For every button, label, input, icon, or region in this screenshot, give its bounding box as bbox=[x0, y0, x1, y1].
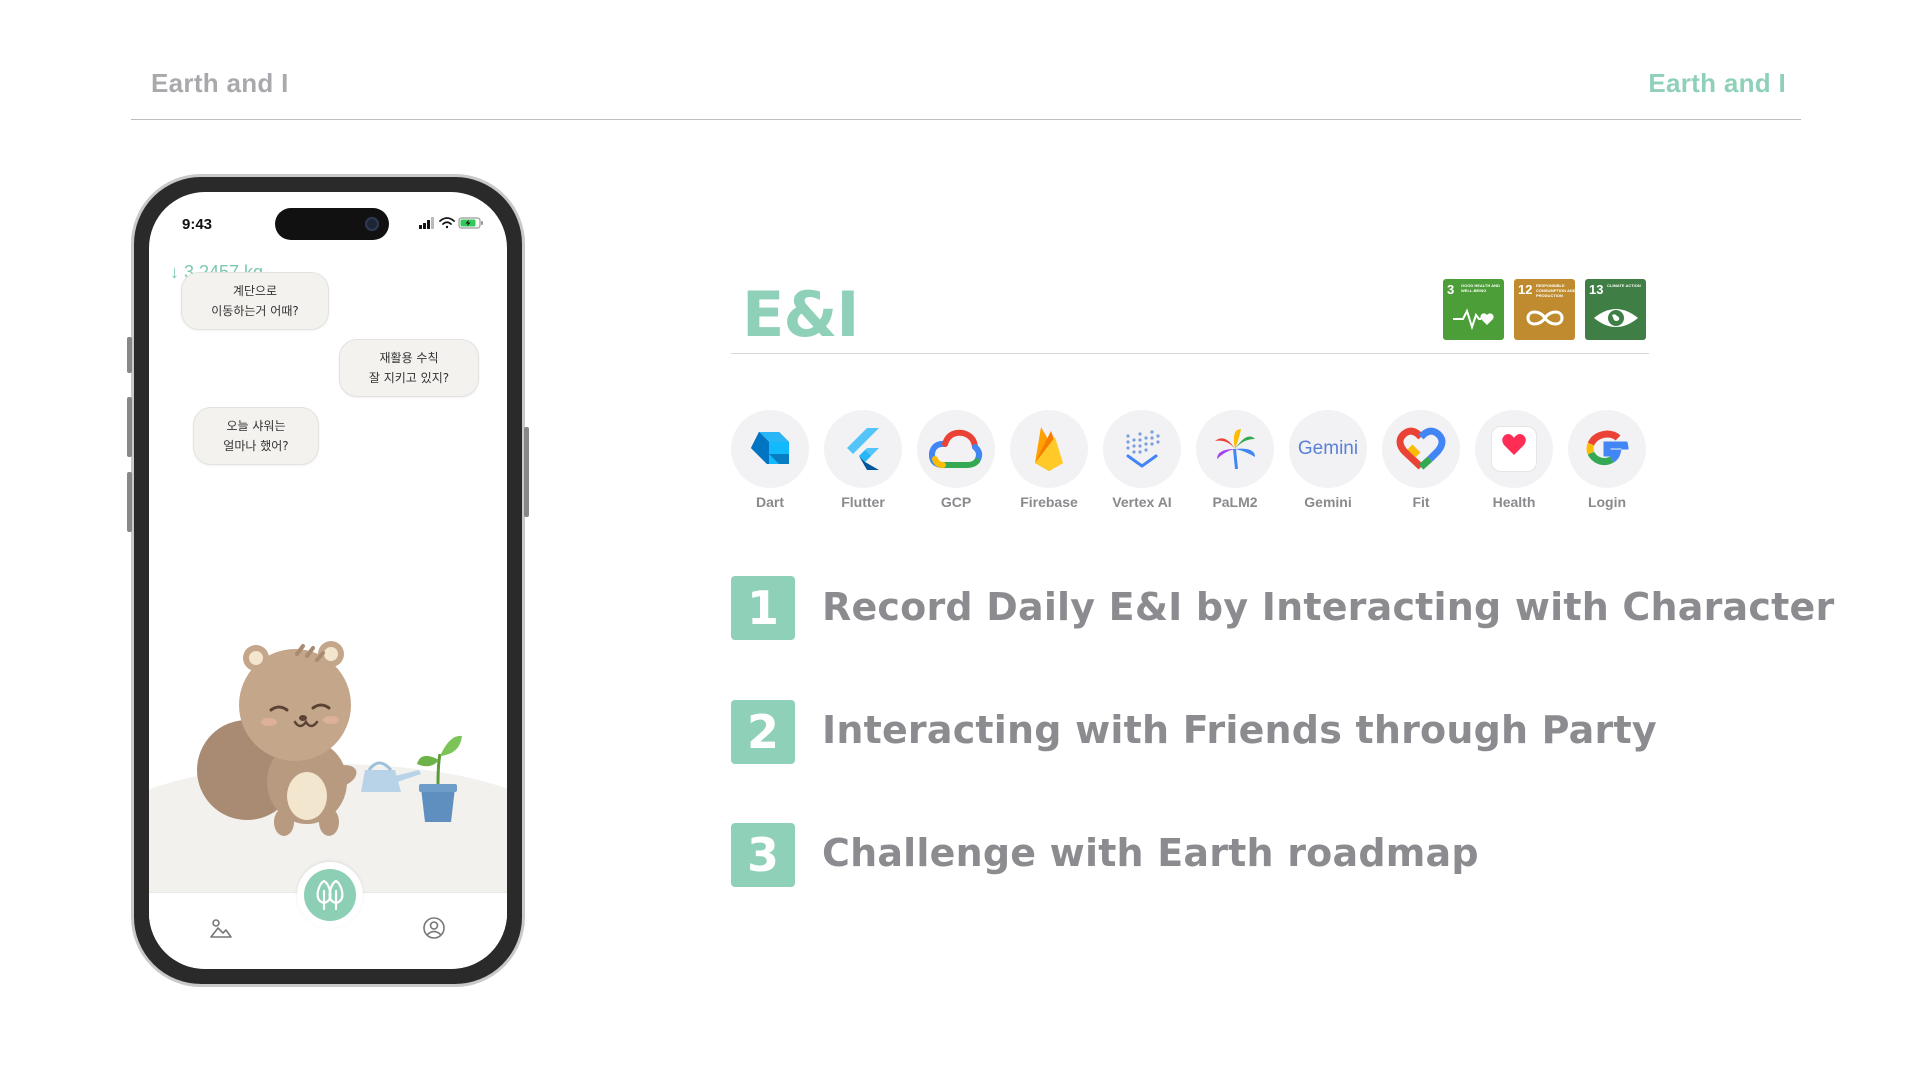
tech-label: PaLM2 bbox=[1212, 494, 1258, 510]
sdg-number: 3 bbox=[1447, 282, 1455, 297]
tech-item-palm2: PaLM2 bbox=[1195, 410, 1275, 510]
signal-icon bbox=[419, 217, 434, 229]
gemini-icon: Gemini bbox=[1289, 410, 1367, 488]
palm2-icon bbox=[1196, 410, 1274, 488]
feature-text: Record Daily E&I by Interacting with Cha… bbox=[822, 585, 1835, 629]
sdg-number: 13 bbox=[1589, 282, 1604, 297]
tech-label: Login bbox=[1587, 494, 1627, 510]
chat-bubble-line: 오늘 샤워는 bbox=[226, 419, 286, 433]
feature-text: Challenge with Earth roadmap bbox=[822, 831, 1479, 875]
dart-icon bbox=[731, 410, 809, 488]
tech-label: Gemini bbox=[1304, 494, 1352, 510]
gcp-icon bbox=[917, 410, 995, 488]
feature-text: Interacting with Friends through Party bbox=[822, 708, 1657, 752]
infinity-icon bbox=[1526, 310, 1564, 326]
feature-number: 1 bbox=[731, 576, 795, 640]
phone-power-button bbox=[524, 427, 529, 517]
tech-item-login: Login bbox=[1567, 410, 1647, 510]
phone-mockup: 9:43 ↓ 3.2457 kg bbox=[127, 174, 529, 987]
earth-eye-icon bbox=[1594, 309, 1638, 327]
chat-bubble-line: 계단으로 bbox=[232, 284, 278, 298]
gemini-wordmark: Gemini bbox=[1297, 438, 1359, 459]
camera-icon bbox=[365, 217, 379, 231]
chat-bubble[interactable]: 오늘 샤워는 얼마나 했어? bbox=[193, 407, 319, 465]
tech-label: Dart bbox=[755, 494, 784, 510]
tech-item-gcp: GCP bbox=[916, 410, 996, 510]
tech-item-flutter: Flutter bbox=[823, 410, 903, 510]
tech-item-gemini: Gemini Gemini bbox=[1288, 410, 1368, 510]
phone-volume-up-button bbox=[127, 397, 132, 457]
apple-health-icon bbox=[1475, 410, 1553, 488]
chat-bubble-line: 이동하는거 어때? bbox=[211, 304, 299, 318]
phone-volume-down-button bbox=[127, 472, 132, 532]
header-divider bbox=[131, 119, 1801, 120]
tech-item-health: Health bbox=[1474, 410, 1554, 510]
chat-bubble[interactable]: 계단으로 이동하는거 어때? bbox=[181, 272, 329, 330]
tech-label: Fit bbox=[1412, 494, 1430, 510]
tech-item-fit: Fit bbox=[1381, 410, 1461, 510]
profile-icon[interactable] bbox=[422, 916, 446, 940]
tech-label: Vertex AI bbox=[1112, 494, 1172, 510]
tree-icon bbox=[316, 879, 344, 911]
firebase-icon bbox=[1010, 410, 1088, 488]
status-time: 9:43 bbox=[182, 216, 213, 233]
chat-bubble[interactable]: 재활용 수칙 잘 지키고 있지? bbox=[339, 339, 479, 397]
sdg-badge-13: 13 Climate action bbox=[1585, 279, 1646, 340]
tech-label: Health bbox=[1492, 494, 1536, 510]
phone-mute-button bbox=[127, 337, 132, 373]
header-right-title: Earth and I bbox=[1648, 68, 1786, 98]
sdg-badge-3: 3 Good health and well-being bbox=[1443, 279, 1504, 340]
phone-screen: 9:43 ↓ 3.2457 kg bbox=[149, 192, 507, 969]
squirrel-character[interactable] bbox=[189, 610, 469, 850]
chat-bubble-line: 얼마나 했어? bbox=[223, 439, 289, 453]
vertex-ai-icon bbox=[1103, 410, 1181, 488]
status-icons bbox=[419, 217, 483, 229]
wifi-icon bbox=[439, 217, 455, 229]
tech-label: GCP bbox=[940, 494, 972, 510]
heartbeat-icon bbox=[1453, 308, 1494, 331]
tech-item-dart: Dart bbox=[730, 410, 810, 510]
google-fit-icon bbox=[1382, 410, 1460, 488]
tech-item-firebase: Firebase bbox=[1009, 410, 1089, 510]
tech-label: Firebase bbox=[1020, 494, 1078, 510]
sdg-caption: Responsible consumption and production bbox=[1536, 283, 1576, 298]
header-left-title: Earth and I bbox=[151, 68, 289, 98]
sdg-number: 12 bbox=[1518, 282, 1533, 297]
google-login-icon bbox=[1568, 410, 1646, 488]
chat-bubble-line: 잘 지키고 있지? bbox=[368, 371, 450, 385]
battery-icon bbox=[458, 217, 483, 229]
feature-number: 3 bbox=[731, 823, 795, 887]
dynamic-island bbox=[275, 208, 389, 240]
home-tab-button[interactable] bbox=[304, 869, 356, 921]
tech-label: Flutter bbox=[841, 494, 885, 510]
sdg-caption: Climate action bbox=[1607, 283, 1641, 288]
feature-number: 2 bbox=[731, 700, 795, 764]
sdg-caption: Good health and well-being bbox=[1461, 283, 1500, 293]
gallery-icon[interactable] bbox=[209, 916, 233, 940]
flutter-icon bbox=[824, 410, 902, 488]
tech-item-vertex-ai: Vertex AI bbox=[1102, 410, 1182, 510]
sdg-badge-12: 12 Responsible consumption and productio… bbox=[1514, 279, 1576, 340]
title-divider bbox=[731, 353, 1649, 354]
app-title: E&I bbox=[742, 278, 859, 351]
chat-bubble-line: 재활용 수칙 bbox=[379, 351, 439, 365]
